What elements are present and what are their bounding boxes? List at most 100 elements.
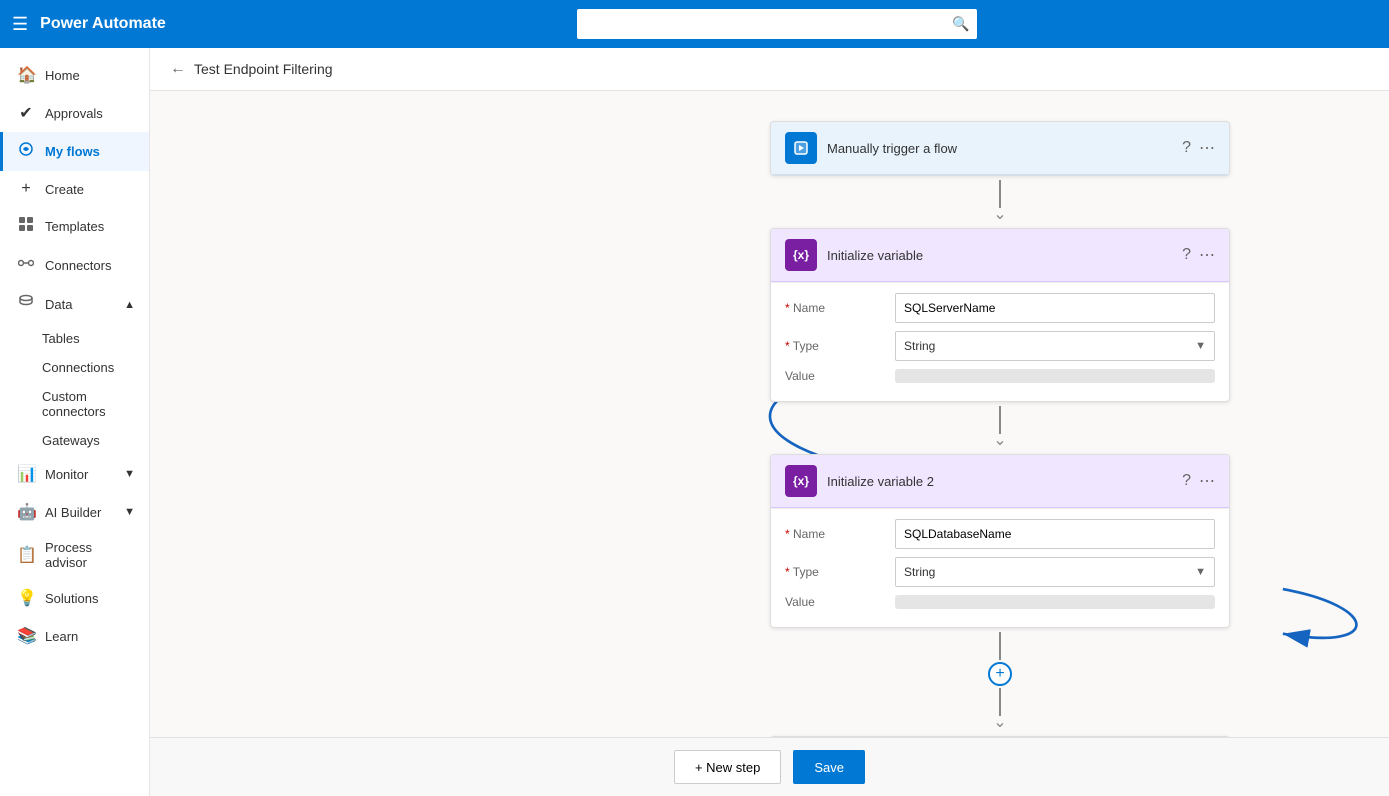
bottom-action-bar: + New step Save <box>150 737 1389 796</box>
step-card-init-var-2: {x} Initialize variable 2 ? ⋯ Name <box>770 454 1230 628</box>
field-label-value-2: Value <box>785 595 885 609</box>
sidebar-item-templates[interactable]: Templates <box>0 207 149 246</box>
select-value-type-2: String <box>904 565 935 579</box>
sidebar-item-approvals[interactable]: ✔ Approvals <box>0 94 149 132</box>
field-input-name-1[interactable] <box>895 293 1215 323</box>
field-label-type-1: Type <box>785 339 885 353</box>
step-actions-trigger: ? ⋯ <box>1182 138 1215 158</box>
sidebar: 🏠 Home ✔ Approvals My flows + Create Tem… <box>0 48 150 796</box>
sidebar-item-data[interactable]: Data ▲ <box>0 285 149 324</box>
content-area: ← Test Endpoint Filtering <box>150 48 1389 796</box>
field-name-2: Name <box>785 519 1215 549</box>
sidebar-sub-label: Connections <box>42 360 114 375</box>
field-select-type-1[interactable]: String ▼ <box>895 331 1215 361</box>
trigger-icon <box>785 132 817 164</box>
field-value-2: Value <box>785 595 1215 609</box>
sidebar-item-connectors[interactable]: Connectors <box>0 246 149 285</box>
sidebar-sub-label: Tables <box>42 331 80 346</box>
more-icon-init-var-1[interactable]: ⋯ <box>1199 245 1215 265</box>
sidebar-item-label: Data <box>45 297 72 312</box>
sidebar-item-monitor[interactable]: 📊 Monitor ▼ <box>0 455 149 493</box>
init-var-2-icon: {x} <box>785 465 817 497</box>
step-title-trigger: Manually trigger a flow <box>827 141 1172 156</box>
save-button[interactable]: Save <box>793 750 865 784</box>
search-input[interactable] <box>577 9 977 39</box>
help-icon-init-var-2[interactable]: ? <box>1182 472 1191 490</box>
step-header-init-var-1: {x} Initialize variable ? ⋯ <box>771 229 1229 282</box>
step-actions-init-var-1: ? ⋯ <box>1182 245 1215 265</box>
field-input-name-2[interactable] <box>895 519 1215 549</box>
flow-connector-3: + ⌄ <box>988 628 1012 736</box>
select-chevron-type-1: ▼ <box>1195 340 1206 352</box>
field-label-name-2: Name <box>785 527 885 541</box>
flow-connector-2: ⌄ <box>993 402 1006 454</box>
step-card-trigger: Manually trigger a flow ? ⋯ <box>770 121 1230 176</box>
app-logo: Power Automate <box>40 15 166 33</box>
sidebar-item-home[interactable]: 🏠 Home <box>0 56 149 94</box>
step-header-trigger: Manually trigger a flow ? ⋯ <box>771 122 1229 175</box>
sidebar-item-process-advisor[interactable]: 📋 Process advisor <box>0 531 149 579</box>
step-actions-init-var-2: ? ⋯ <box>1182 471 1215 491</box>
monitor-icon: 📊 <box>17 464 35 484</box>
step-title-init-var-1: Initialize variable <box>827 248 1172 263</box>
flow-connector-1: ⌄ <box>993 176 1006 228</box>
sidebar-item-my-flows[interactable]: My flows <box>0 132 149 171</box>
ai-builder-chevron-icon: ▼ <box>124 506 135 518</box>
flows-icon <box>17 141 35 162</box>
field-blurred-value-1[interactable] <box>895 369 1215 383</box>
more-icon-trigger[interactable]: ⋯ <box>1199 138 1215 158</box>
breadcrumb-bar: ← Test Endpoint Filtering <box>150 48 1389 91</box>
step-card-init-var-1: {x} Initialize variable ? ⋯ Name <box>770 228 1230 402</box>
sidebar-item-create[interactable]: + Create <box>0 171 149 207</box>
field-type-1: Type String ▼ <box>785 331 1215 361</box>
field-value-1: Value <box>785 369 1215 383</box>
sidebar-item-label: Create <box>45 182 84 197</box>
field-type-2: Type String ▼ <box>785 557 1215 587</box>
sidebar-item-label: AI Builder <box>45 505 101 520</box>
init-var-1-icon: {x} <box>785 239 817 271</box>
help-icon-init-var-1[interactable]: ? <box>1182 246 1191 264</box>
step-title-init-var-2: Initialize variable 2 <box>827 474 1172 489</box>
sidebar-sub-label: Custom connectors <box>42 389 106 419</box>
sidebar-item-label: Process advisor <box>45 540 135 570</box>
field-select-type-2[interactable]: String ▼ <box>895 557 1215 587</box>
monitor-chevron-icon: ▼ <box>124 468 135 480</box>
field-label-value-1: Value <box>785 369 885 383</box>
sidebar-item-label: Learn <box>45 629 78 644</box>
sidebar-item-label: Connectors <box>45 258 111 273</box>
sidebar-item-label: Solutions <box>45 591 98 606</box>
topbar: ☰ Power Automate 🔍 <box>0 0 1389 48</box>
hamburger-icon[interactable]: ☰ <box>12 14 28 35</box>
sidebar-item-learn[interactable]: 📚 Learn <box>0 617 149 655</box>
field-blurred-value-2[interactable] <box>895 595 1215 609</box>
sidebar-sub-label: Gateways <box>42 433 100 448</box>
field-label-type-2: Type <box>785 565 885 579</box>
sidebar-item-solutions[interactable]: 💡 Solutions <box>0 579 149 617</box>
add-step-btn-3[interactable]: + <box>988 662 1012 686</box>
connectors-icon <box>17 255 35 276</box>
main-layout: 🏠 Home ✔ Approvals My flows + Create Tem… <box>0 48 1389 796</box>
sidebar-item-gateways[interactable]: Gateways <box>0 426 149 455</box>
create-icon: + <box>17 180 35 198</box>
more-icon-init-var-2[interactable]: ⋯ <box>1199 471 1215 491</box>
sidebar-item-ai-builder[interactable]: 🤖 AI Builder ▼ <box>0 493 149 531</box>
data-icon <box>17 294 35 315</box>
sidebar-item-tables[interactable]: Tables <box>0 324 149 353</box>
learn-icon: 📚 <box>17 626 35 646</box>
page-title: Test Endpoint Filtering <box>194 61 333 77</box>
search-container: 🔍 <box>577 9 977 39</box>
sidebar-item-label: Monitor <box>45 467 88 482</box>
process-advisor-icon: 📋 <box>17 545 35 565</box>
sidebar-item-label: Templates <box>45 219 104 234</box>
select-value-type-1: String <box>904 339 935 353</box>
solutions-icon: 💡 <box>17 588 35 608</box>
sidebar-item-label: My flows <box>45 144 100 159</box>
home-icon: 🏠 <box>17 65 35 85</box>
back-button[interactable]: ← <box>170 60 186 78</box>
ai-builder-icon: 🤖 <box>17 502 35 522</box>
sidebar-item-custom-connectors[interactable]: Custom connectors <box>0 382 149 426</box>
help-icon-trigger[interactable]: ? <box>1182 139 1191 157</box>
select-chevron-type-2: ▼ <box>1195 566 1206 578</box>
new-step-button[interactable]: + New step <box>674 750 781 784</box>
sidebar-item-connections[interactable]: Connections <box>0 353 149 382</box>
